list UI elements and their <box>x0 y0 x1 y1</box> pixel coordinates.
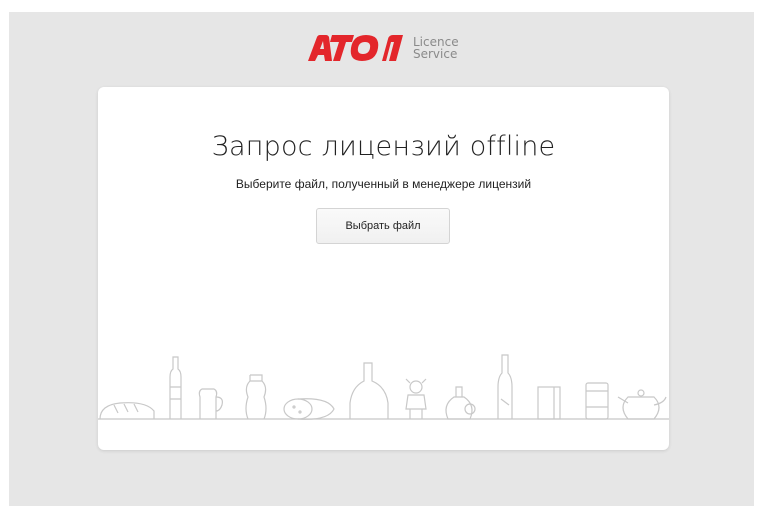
products-illustration <box>98 354 669 420</box>
bottle-icon <box>169 356 182 419</box>
box-icon <box>537 386 561 420</box>
teapot-icon <box>617 389 667 420</box>
brand-logo: Licence Service <box>308 33 459 63</box>
choose-file-button[interactable]: Выбрать файл <box>316 208 450 244</box>
page-title: Запрос лицензий offline <box>211 131 556 162</box>
cognac-bottle-icon <box>349 362 389 419</box>
jug-icon <box>198 388 223 419</box>
request-card: Запрос лицензий offline Выберите файл, п… <box>98 87 669 450</box>
champagne-icon <box>497 354 513 419</box>
product-name-line2: Service <box>413 47 458 61</box>
jar-icon <box>245 374 267 420</box>
page-subtitle: Выберите файл, полученный в менеджере ли… <box>235 177 532 191</box>
can-icon <box>585 382 609 420</box>
product-name: Licence Service <box>413 36 459 60</box>
perfume-icon <box>445 386 476 420</box>
bread-icon <box>99 402 155 420</box>
sausage-icon <box>283 398 335 420</box>
toy-icon <box>405 378 427 419</box>
aton-logo-icon <box>308 35 403 61</box>
